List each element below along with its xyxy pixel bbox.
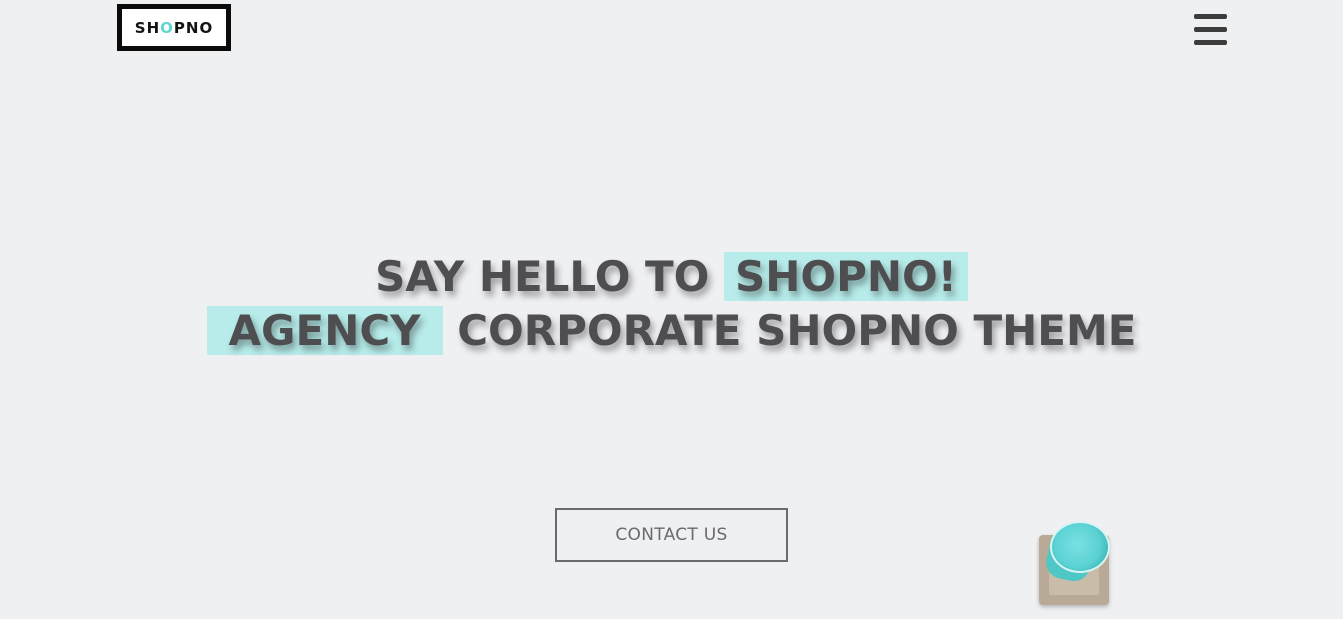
- headline-text: CORPORATE SHOPNO THEME: [457, 306, 1137, 355]
- logo-accent-letter: O: [160, 18, 174, 37]
- headline-highlight: AGENCY: [206, 306, 443, 355]
- glass-top: [1050, 521, 1110, 573]
- contact-us-button[interactable]: CONTACT US: [555, 508, 788, 562]
- hero-headline: SAY HELLO TO SHOPNO! AGENCY CORPORATE SH…: [0, 250, 1343, 358]
- headline-text: SAY HELLO TO: [375, 252, 710, 301]
- menu-bar: [1194, 40, 1227, 45]
- headline-highlight: SHOPNO!: [724, 252, 968, 301]
- logo-text: SHOPNO: [134, 18, 214, 37]
- hamburger-menu-icon[interactable]: [1194, 14, 1227, 45]
- menu-bar: [1194, 27, 1227, 32]
- headline-line-1: SAY HELLO TO SHOPNO!: [0, 250, 1343, 304]
- drink-glass-image: [1036, 518, 1118, 608]
- menu-bar: [1194, 14, 1227, 19]
- logo[interactable]: SHOPNO: [117, 4, 231, 51]
- headline-line-2: AGENCY CORPORATE SHOPNO THEME: [0, 304, 1343, 358]
